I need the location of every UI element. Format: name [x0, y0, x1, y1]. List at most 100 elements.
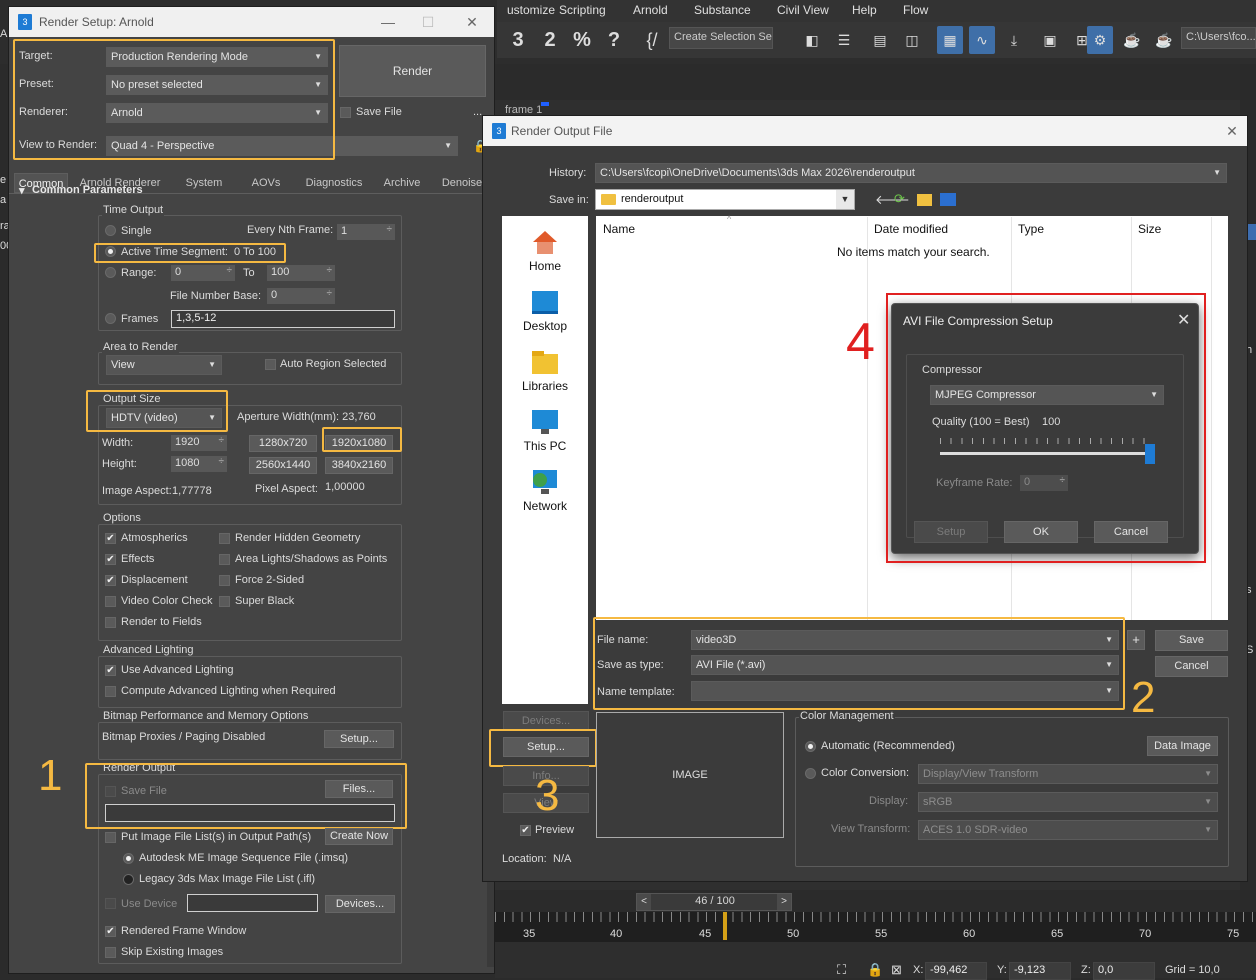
named-selection-dropdown[interactable]: Create Selection Se — [669, 27, 773, 49]
quality-slider-track[interactable] — [940, 452, 1154, 455]
nav-desktop[interactable]: Desktop — [500, 288, 590, 333]
active-time-segment-radio[interactable] — [105, 246, 116, 257]
chevron-down-icon[interactable]: ▼ — [836, 190, 854, 209]
nav-home[interactable]: Home — [500, 228, 590, 273]
keyframe-rate-spinner[interactable]: 0 — [1020, 475, 1068, 491]
rendered-frame-window-checkbox[interactable]: ✔ — [105, 926, 116, 937]
x-coordinate-field[interactable]: -99,462 — [925, 962, 987, 980]
render-output-titlebar[interactable]: 3 Render Output File ✕ — [483, 116, 1247, 146]
up-folder-icon[interactable]: ⟳ — [894, 191, 905, 207]
nav-network[interactable]: Network — [500, 468, 590, 513]
curve-editor-icon[interactable]: ∿ — [969, 26, 995, 54]
menu-flow[interactable]: Flow — [903, 3, 928, 17]
column-name[interactable]: Name — [603, 222, 635, 236]
view-transform-dropdown[interactable]: ACES 1.0 SDR-video — [918, 820, 1218, 840]
output-save-file-checkbox[interactable] — [105, 786, 116, 797]
scene-explorer-icon[interactable]: ▤ — [867, 26, 893, 54]
name-template-dropdown[interactable] — [691, 681, 1119, 701]
range-radio[interactable] — [105, 267, 116, 278]
super-black-checkbox[interactable] — [219, 596, 230, 607]
column-date-modified[interactable]: Date modified — [874, 222, 948, 236]
compute-advanced-lighting-checkbox[interactable] — [105, 686, 116, 697]
devices-button[interactable]: Devices... — [503, 711, 589, 731]
absolute-mode-icon[interactable]: ⊠ — [891, 962, 902, 978]
area-to-render-dropdown[interactable]: View — [106, 355, 222, 375]
tab-system[interactable]: System — [174, 173, 234, 193]
rollout-collapse-icon[interactable]: ▾ — [19, 184, 25, 197]
bitmap-setup-button[interactable]: Setup... — [324, 730, 394, 748]
save-as-type-dropdown[interactable]: AVI File (*.avi) — [691, 655, 1119, 675]
frames-field[interactable]: 1,3,5-12 — [171, 310, 395, 328]
save-button[interactable]: Save — [1155, 630, 1228, 651]
percent-snap-icon[interactable]: % — [569, 26, 595, 54]
new-folder-icon[interactable] — [917, 194, 932, 206]
selection-lock-icon[interactable]: ⛶ — [837, 962, 846, 978]
time-slider[interactable]: < 46 / 100 > — [636, 893, 792, 911]
displacement-checkbox[interactable]: ✔ — [105, 575, 116, 586]
tab-aovs[interactable]: AOVs — [241, 173, 291, 193]
nav-this-pc[interactable]: This PC — [500, 408, 590, 453]
save-file-checkbox[interactable] — [340, 107, 351, 118]
view-menu-icon[interactable] — [940, 193, 956, 206]
atmospherics-checkbox[interactable]: ✔ — [105, 533, 116, 544]
preset-1920x1080-button[interactable]: 1920x1080 — [325, 435, 393, 452]
menu-scripting[interactable]: Scripting — [559, 3, 606, 17]
menu-help[interactable]: Help — [852, 3, 877, 17]
view-to-render-dropdown[interactable]: Quad 4 - Perspective — [106, 136, 458, 156]
area-lights-checkbox[interactable] — [219, 554, 230, 565]
file-number-base-spinner[interactable]: 0 — [267, 288, 335, 304]
create-now-button[interactable]: Create Now — [325, 828, 393, 845]
ribbon-icon[interactable]: ▦ — [937, 26, 963, 54]
project-path[interactable]: C:\Users\fco... — [1181, 27, 1256, 49]
quality-slider-thumb[interactable] — [1145, 444, 1155, 464]
auto-region-checkbox[interactable] — [265, 359, 276, 370]
render-setup-titlebar[interactable]: 3 Render Setup: Arnold — ☐ ✕ — [9, 7, 494, 37]
close-icon[interactable]: ✕ — [461, 11, 483, 33]
ok-button[interactable]: OK — [1004, 521, 1078, 543]
render-button[interactable]: Render — [339, 45, 486, 97]
menu-substance[interactable]: Substance — [694, 3, 751, 17]
preview-checkbox[interactable]: ✔ — [520, 825, 531, 836]
angle-snap-icon[interactable]: 2 — [537, 26, 563, 54]
z-coordinate-field[interactable]: 0,0 — [1093, 962, 1155, 980]
tab-diagnostics[interactable]: Diagnostics — [298, 173, 370, 193]
time-prev-icon[interactable]: < — [637, 894, 651, 910]
imsq-radio[interactable] — [123, 853, 134, 864]
display-dropdown[interactable]: sRGB — [918, 792, 1218, 812]
nav-libraries[interactable]: Libraries — [500, 348, 590, 393]
avi-cancel-button[interactable]: Cancel — [1094, 521, 1168, 543]
dope-sheet-icon[interactable]: ⤓ — [1001, 26, 1027, 54]
render-setup-icon[interactable]: ⚙ — [1087, 26, 1113, 54]
close-icon[interactable]: ✕ — [1221, 120, 1243, 142]
automatic-radio[interactable] — [805, 741, 816, 752]
snap-3d-icon[interactable]: 3 — [505, 26, 531, 54]
menu-civil-view[interactable]: Civil View — [777, 3, 829, 17]
y-coordinate-field[interactable]: -9,123 — [1009, 962, 1071, 980]
render-to-fields-checkbox[interactable] — [105, 617, 116, 628]
device-field[interactable] — [187, 894, 318, 912]
target-dropdown[interactable]: Production Rendering Mode — [106, 47, 328, 67]
devices-button[interactable]: Devices... — [325, 895, 395, 913]
tab-archive[interactable]: Archive — [377, 173, 427, 193]
material-editor-icon[interactable]: ▣ — [1037, 26, 1063, 54]
ifl-radio[interactable] — [123, 874, 134, 885]
renderer-dropdown[interactable]: Arnold — [106, 103, 328, 123]
preset-3840x2160-button[interactable]: 3840x2160 — [325, 457, 393, 474]
maximize-icon[interactable]: ☐ — [417, 11, 439, 33]
layer-explorer-icon[interactable]: ◫ — [899, 26, 925, 54]
single-radio[interactable] — [105, 225, 116, 236]
render-iterative-icon[interactable]: ☕ — [1151, 26, 1177, 54]
output-size-preset-dropdown[interactable]: HDTV (video) — [106, 408, 222, 428]
files-button[interactable]: Files... — [325, 780, 393, 798]
preset-dropdown[interactable]: No preset selected — [106, 75, 328, 95]
cancel-button[interactable]: Cancel — [1155, 656, 1228, 677]
video-color-check-checkbox[interactable] — [105, 596, 116, 607]
timeline-ruler[interactable]: 35 40 45 50 55 60 65 70 75 — [495, 912, 1256, 942]
put-image-list-checkbox[interactable] — [105, 832, 116, 843]
lock-icon[interactable]: 🔒 — [867, 962, 883, 978]
spinner-snap-icon[interactable]: ? — [601, 26, 627, 54]
menu-customize[interactable]: ustomize — [507, 3, 555, 17]
avi-setup-button[interactable]: Setup — [914, 521, 988, 543]
height-spinner[interactable]: 1080 — [171, 456, 227, 472]
render-hidden-geometry-checkbox[interactable] — [219, 533, 230, 544]
